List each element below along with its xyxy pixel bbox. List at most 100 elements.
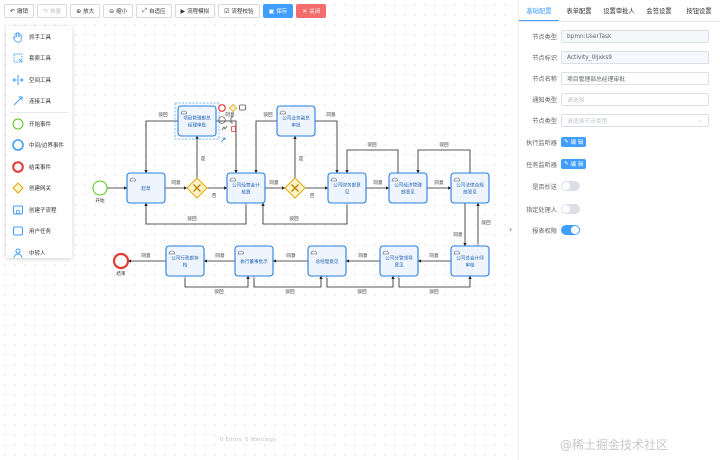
redo-button[interactable]: ↷ 恢复	[37, 4, 68, 18]
task-label: 起草	[141, 185, 151, 192]
flow-nodes: 起草 公司经营会计核算 公司财务部意见公司经济管理部意见公司法律合规部意见 项目管理部…	[92, 102, 490, 277]
sequence-flow[interactable]	[416, 149, 471, 174]
append-intermediate-icon[interactable]	[218, 116, 226, 124]
sequence-flow[interactable]	[216, 120, 238, 174]
tab-3[interactable]: 设置审批人	[599, 0, 639, 21]
notify-type-select[interactable]: 请选择	[561, 93, 709, 106]
sequence-flow[interactable]	[397, 275, 472, 288]
row-report-perm: 报表权限	[519, 225, 580, 235]
palette-item-intermediate-event[interactable]: 中间/边界事件	[6, 135, 72, 157]
start-event[interactable]: 开始	[92, 180, 108, 204]
sequence-flow[interactable]	[252, 275, 323, 288]
panel-collapse-icon[interactable]: ›	[509, 225, 512, 234]
task-listener-edit-button[interactable]: ✎ 编 辑	[561, 159, 587, 169]
save-icon: ▣	[268, 7, 275, 15]
end-label: 结束	[116, 270, 126, 277]
task-label: 公司总会计师	[456, 255, 484, 262]
flow-label-approve: 同意	[453, 231, 463, 238]
task-label: 部意见	[401, 189, 415, 196]
task-label: 总经理意见	[316, 258, 339, 265]
user-task-node[interactable]: 公司分管领导意见	[379, 245, 419, 277]
undo-button[interactable]: ↶ 撤销	[4, 4, 35, 18]
sequence-flows	[107, 120, 480, 288]
zoom-in-button[interactable]: ⊕ 放大	[70, 4, 101, 18]
toolbar-button-label: 缩小	[116, 9, 128, 15]
user-task-node[interactable]: 公司经济管理部意见	[388, 172, 428, 204]
assign-handler-switch[interactable]	[561, 204, 580, 214]
task-label: 经理审批	[188, 122, 207, 129]
user-task-node[interactable]: 执行董事批示	[234, 245, 274, 277]
task-label: 执行董事批示	[240, 258, 268, 265]
sequence-flow[interactable]	[183, 275, 250, 288]
toolbar-button-label: 流程校验	[231, 9, 254, 15]
user-task-node[interactable]: 公司经营会计核算	[226, 172, 266, 204]
flow-label-approve: 同意	[286, 252, 296, 259]
delete-icon[interactable]	[231, 126, 236, 132]
user-task-node[interactable]: 公司行政部存档	[165, 245, 205, 277]
node-kind-select[interactable]: 请选择节点类型 ⌄	[561, 114, 709, 127]
check-button[interactable]: ☑ 流程校验	[218, 4, 260, 18]
palette-item-end-event[interactable]: 结束事件	[6, 156, 72, 178]
append-gateway-icon[interactable]	[228, 103, 238, 113]
sequence-flow[interactable]	[325, 275, 395, 288]
exclusive-gateway[interactable]	[284, 177, 306, 199]
connect-icon[interactable]	[220, 137, 226, 143]
palette-item-lasso-tool[interactable]: 套索工具	[6, 48, 72, 70]
fit-button[interactable]: ⤢ 自适应	[136, 4, 172, 18]
task-listener-edit-label: 编 辑	[570, 162, 584, 168]
user-task-node[interactable]: 项目管理部总经理审批	[174, 102, 220, 140]
palette-item-label: 中间/边界事件	[29, 143, 64, 150]
append-end-event-icon[interactable]	[218, 104, 226, 112]
end-event[interactable]: 结束	[112, 252, 130, 277]
close-button[interactable]: ✕ 关闭	[296, 4, 327, 18]
palette-item-connect-tool[interactable]: 连接工具	[6, 91, 72, 113]
auto-cc-switch[interactable]	[561, 181, 580, 191]
sequence-flow[interactable]	[315, 120, 339, 174]
row-node-kind: 节点类型 请选择节点类型 ⌄	[519, 114, 709, 127]
palette-item-space-tool[interactable]: 空间工具	[6, 69, 72, 91]
palette-item-label: 创建子流程	[29, 207, 57, 214]
sequence-flow[interactable]	[254, 120, 277, 174]
flow-label-reject: 驳回	[357, 288, 367, 295]
tab-1[interactable]: 基础配置	[519, 0, 559, 21]
watermark: @稀土掘金技术社区	[560, 438, 669, 452]
sequence-flow[interactable]	[144, 120, 178, 174]
node-name-input[interactable]: 项目管理部总经理审批	[561, 72, 709, 85]
toolbar-button-label: 流程模拟	[187, 9, 210, 15]
flow-label-yes: 是	[201, 156, 206, 162]
palette-item-gateway[interactable]: 创建网关	[6, 178, 72, 200]
exclusive-gateway[interactable]	[186, 177, 208, 199]
palette-item-label: 开始事件	[29, 121, 52, 128]
zoom-out-button[interactable]: ⊖ 缩小	[103, 4, 134, 18]
palette-item-subprocess[interactable]: 创建子流程	[6, 199, 72, 221]
sequence-flow[interactable]	[345, 149, 399, 174]
report-permission-switch[interactable]	[561, 225, 580, 235]
tab-4[interactable]: 会签设置	[639, 0, 679, 21]
save-button[interactable]: ▣ 保存	[262, 4, 294, 18]
process-diagram[interactable]: 起草 公司经营会计核算 公司财务部意见公司经济管理部意见公司法律合规部意见 项目管理部…	[0, 0, 512, 460]
toolbar-button-label: 保存	[276, 9, 288, 15]
node-kind-placeholder: 请选择节点类型	[567, 119, 608, 125]
user-task-node[interactable]: 公司总会计师审核	[450, 245, 490, 277]
task-label: 项目管理部总	[183, 115, 211, 122]
palette-item-hand-tool[interactable]: 抓手工具	[6, 26, 72, 48]
zoom-in-icon: ⊕	[76, 7, 82, 15]
tab-5[interactable]: 按钮设置	[679, 0, 719, 21]
redo-icon: ↷	[43, 7, 49, 15]
palette-item-start-event[interactable]: 开始事件	[6, 113, 72, 135]
user-task-node[interactable]: 公司业务副总审批	[276, 105, 316, 137]
palette-item-relay-user[interactable]: 中转人	[6, 242, 72, 264]
palette-item-user-task[interactable]: 用户任务	[6, 221, 72, 243]
user-task-node[interactable]: 起草	[126, 172, 166, 204]
sequence-flow[interactable]	[261, 202, 349, 225]
user-task-node[interactable]: 公司财务部意见	[327, 172, 367, 204]
append-task-icon[interactable]	[239, 104, 246, 111]
tab-2[interactable]: 表单配置	[559, 0, 599, 21]
change-type-icon[interactable]	[221, 125, 228, 131]
exec-listener-edit-button[interactable]: ✎ 编 辑	[561, 137, 587, 147]
end-event-icon	[12, 160, 24, 173]
play-button[interactable]: ▶ 流程模拟	[174, 4, 216, 18]
user-task-node[interactable]: 总经理意见	[307, 245, 347, 277]
user-task-node[interactable]: 公司法律合规部意见	[450, 172, 490, 204]
flow-label-reject: 驳回	[158, 111, 168, 118]
